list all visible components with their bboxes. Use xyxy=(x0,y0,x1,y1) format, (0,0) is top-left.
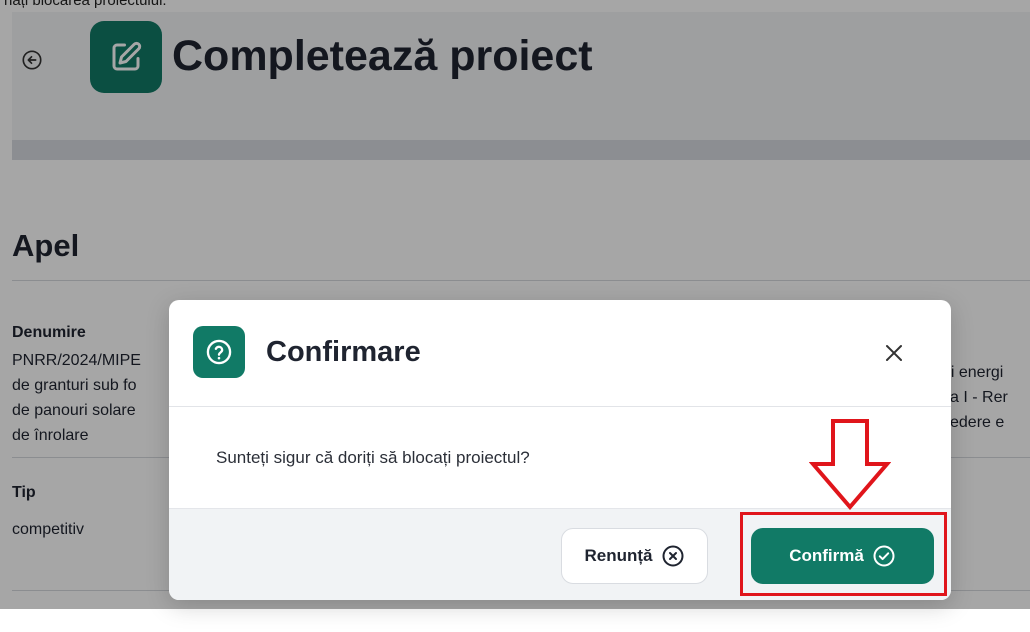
close-icon xyxy=(886,345,902,361)
dialog-title: Confirmare xyxy=(266,336,421,368)
x-circle-icon xyxy=(662,545,683,567)
question-circle-icon xyxy=(193,326,245,378)
dialog-header: Confirmare xyxy=(169,300,951,406)
cancel-button-label: Renunță xyxy=(584,546,653,565)
highlight-box xyxy=(740,512,947,596)
dialog-message: Sunteți sigur că doriți să blocați proie… xyxy=(216,448,530,467)
dialog-divider xyxy=(169,406,951,407)
down-arrow-annotation-icon xyxy=(809,419,891,510)
cancel-button[interactable]: Renunță xyxy=(561,528,708,584)
close-button[interactable] xyxy=(881,340,907,366)
